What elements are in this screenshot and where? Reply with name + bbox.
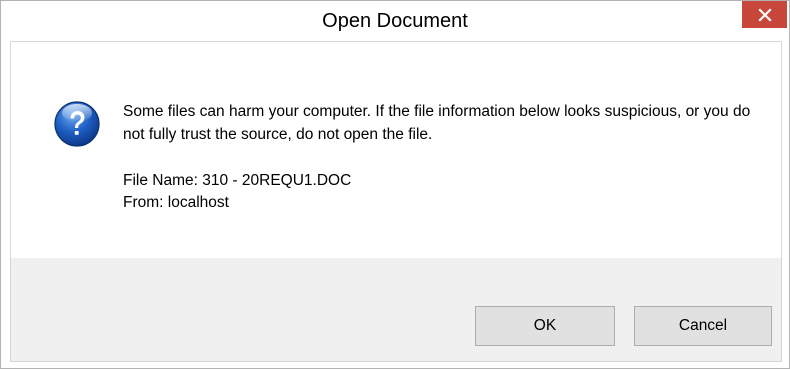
- message-area: Some files can harm your computer. If th…: [11, 42, 781, 258]
- file-name-label: File Name:: [123, 172, 198, 189]
- open-document-dialog: Open Document Some files can harm your c…: [0, 0, 790, 369]
- file-name-line: File Name: 310 - 20REQU1.DOC: [123, 170, 351, 192]
- close-button[interactable]: [742, 1, 787, 28]
- warning-message: Some files can harm your computer. If th…: [123, 103, 751, 143]
- close-icon: [757, 7, 772, 22]
- cancel-button[interactable]: Cancel: [634, 306, 772, 346]
- button-bar: OK Cancel: [11, 258, 781, 361]
- from-label: From:: [123, 194, 164, 211]
- title-bar[interactable]: Open Document: [1, 1, 789, 41]
- from-value: localhost: [167, 194, 229, 211]
- ok-button[interactable]: OK: [475, 306, 615, 346]
- dialog-body: Some files can harm your computer. If th…: [10, 41, 782, 362]
- dialog-title: Open Document: [322, 10, 468, 32]
- question-icon: [54, 101, 100, 147]
- file-info: File Name: 310 - 20REQU1.DOC From: local…: [123, 170, 351, 214]
- file-name-value: 310 - 20REQU1.DOC: [202, 172, 352, 189]
- from-line: From: localhost: [123, 192, 351, 214]
